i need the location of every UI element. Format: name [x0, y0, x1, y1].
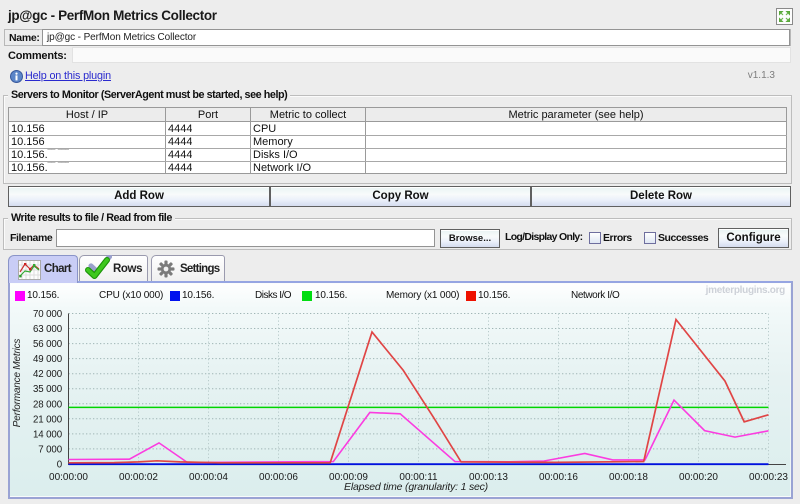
svg-text:42 000: 42 000 — [33, 369, 63, 380]
svg-text:35 000: 35 000 — [33, 384, 63, 395]
svg-text:28 000: 28 000 — [33, 399, 63, 410]
svg-text:56 000: 56 000 — [33, 339, 63, 350]
svg-text:63 000: 63 000 — [33, 324, 63, 335]
svg-text:21 000: 21 000 — [33, 414, 63, 425]
svg-text:70 000: 70 000 — [33, 309, 63, 320]
svg-text:00:00:02: 00:00:02 — [119, 472, 158, 483]
svg-text:7 000: 7 000 — [38, 444, 62, 455]
svg-text:00:00:00: 00:00:00 — [49, 472, 88, 483]
svg-text:49 000: 49 000 — [33, 354, 63, 365]
svg-text:0: 0 — [57, 460, 63, 471]
svg-text:14 000: 14 000 — [33, 429, 63, 440]
svg-text:00:00:23: 00:00:23 — [749, 472, 788, 483]
svg-text:00:00:20: 00:00:20 — [679, 472, 718, 483]
